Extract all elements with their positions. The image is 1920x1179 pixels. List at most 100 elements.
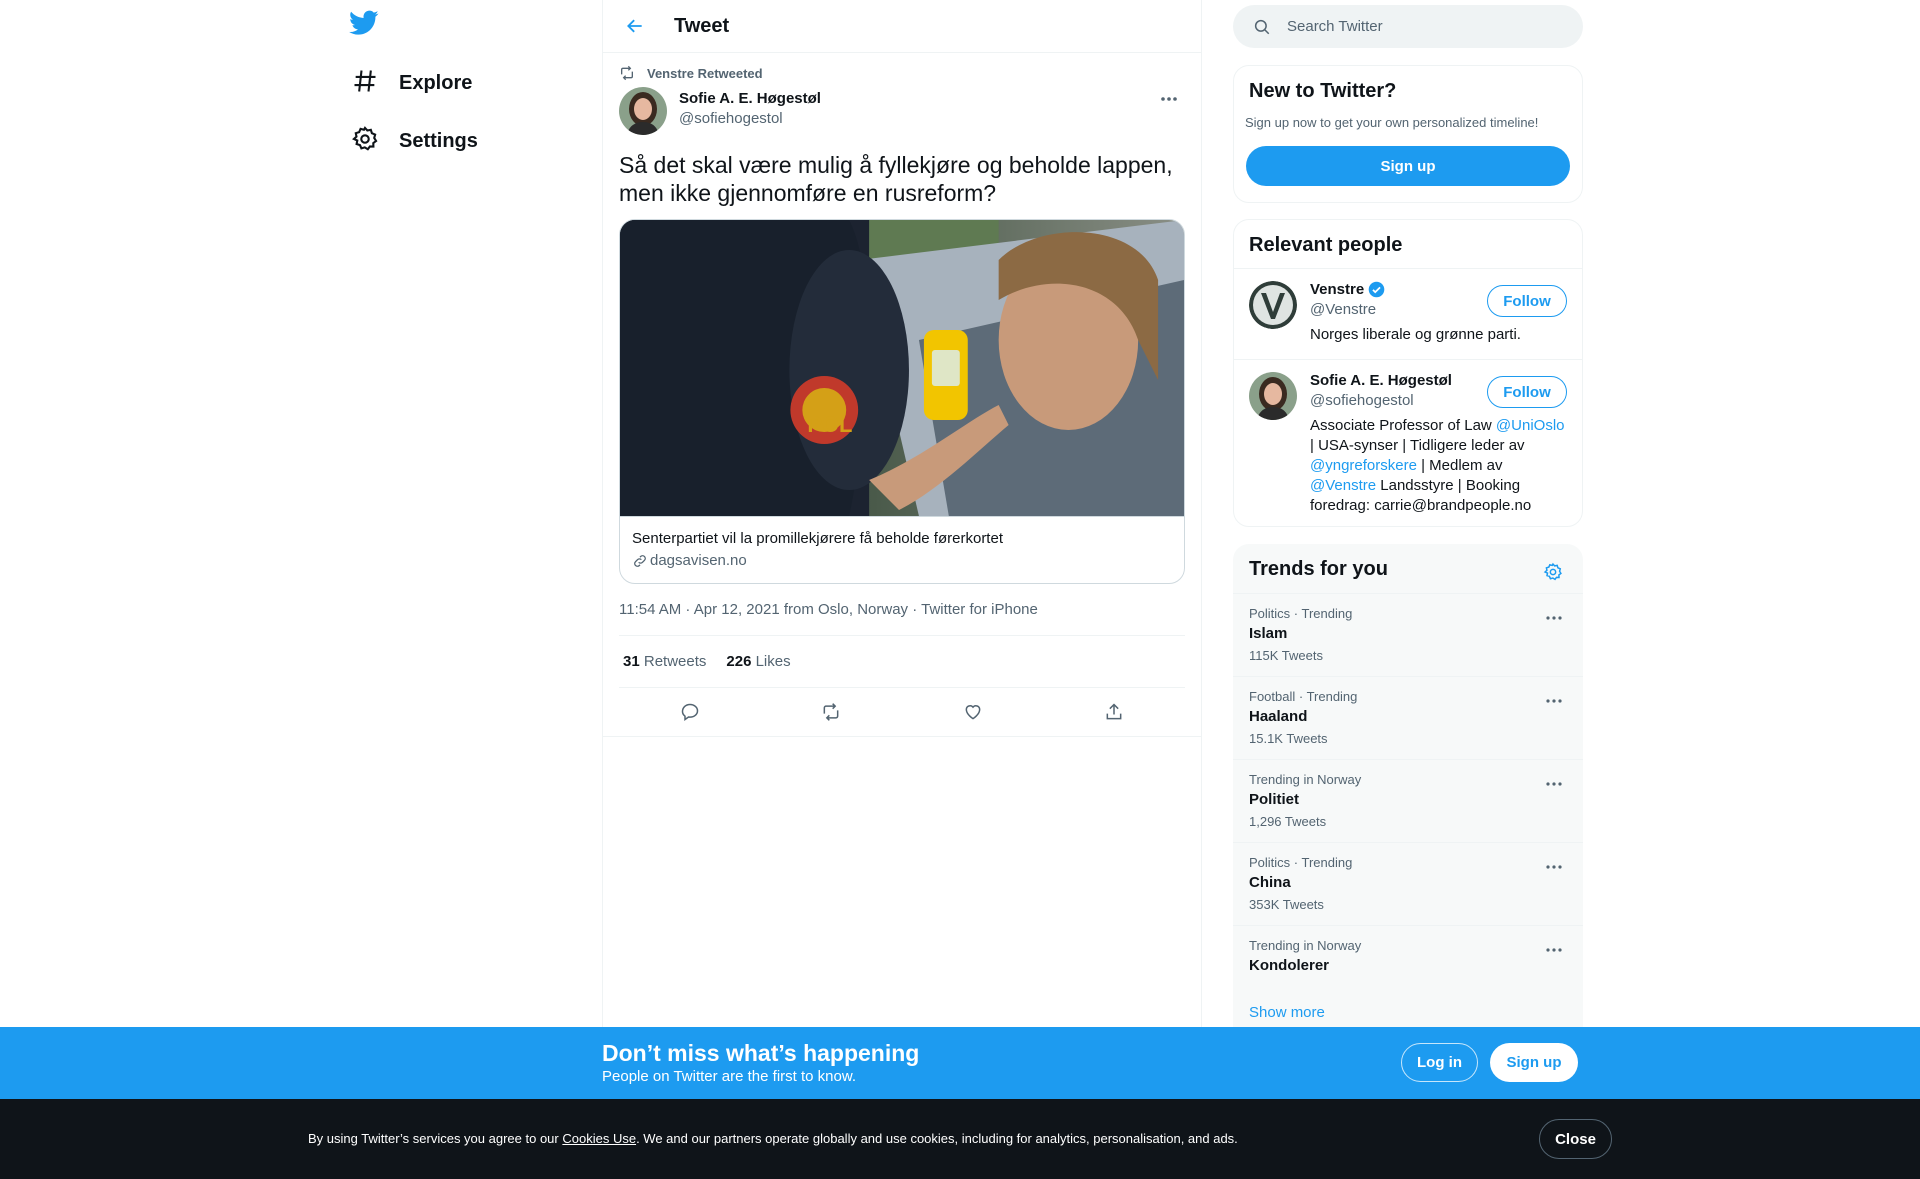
trend-context: Trending in Norway — [1249, 938, 1362, 953]
trend-name: China — [1249, 874, 1291, 891]
new-to-twitter-panel: New to Twitter? Sign up now to get your … — [1233, 65, 1583, 203]
cookie-text-before: By using Twitter’s services you agree to… — [308, 1131, 563, 1146]
tweet-more-button[interactable] — [1153, 87, 1185, 111]
show-more-link[interactable]: Show more — [1249, 1004, 1325, 1021]
retweets-stat[interactable]: 31 Retweets — [623, 653, 706, 670]
retweets-label: Retweets — [643, 653, 707, 670]
trends-settings-button[interactable] — [1539, 558, 1567, 586]
nav-settings[interactable]: Settings — [351, 116, 478, 166]
signup-banner: Don’t miss what’s happening People on Tw… — [0, 1027, 1920, 1099]
person-avatar[interactable] — [1249, 281, 1297, 329]
bio-mention-link[interactable]: @Venstre — [1310, 477, 1376, 494]
cookie-text: By using Twitter’s services you agree to… — [308, 1131, 1238, 1146]
likes-count: 226 — [726, 653, 752, 670]
relevant-people-panel: Relevant people Venstre @Venstre Norges … — [1233, 219, 1583, 527]
cookies-use-link[interactable]: Cookies Use — [562, 1131, 636, 1146]
bio-text: Associate Professor of Law — [1310, 417, 1496, 434]
trend-context: Politics · Trending — [1249, 855, 1353, 870]
person-name[interactable]: Sofie A. E. Høgestøl — [1310, 372, 1452, 389]
like-button[interactable] — [955, 694, 991, 730]
bio-mention-link[interactable]: @UniOslo — [1496, 417, 1565, 434]
cookie-banner: By using Twitter’s services you agree to… — [0, 1099, 1920, 1179]
tweet-source[interactable]: Twitter for iPhone — [921, 601, 1038, 618]
cookie-close-button[interactable]: Close — [1539, 1119, 1612, 1159]
trend-name: Kondolerer — [1249, 957, 1330, 974]
link-icon — [634, 555, 646, 567]
tweet-location[interactable]: Oslo, Norway — [818, 601, 908, 618]
trend-item[interactable]: Politics · Trending Islam 115K Tweets — [1233, 593, 1583, 676]
card-title: Senterpartiet vil la promillekjørere få … — [632, 530, 1003, 547]
trend-more-button[interactable] — [1539, 938, 1569, 962]
person-handle[interactable]: @Venstre — [1310, 301, 1376, 318]
signup-button[interactable]: Sign up — [1490, 1043, 1578, 1082]
trend-more-button[interactable] — [1539, 772, 1569, 796]
person-handle[interactable]: @sofiehogestol — [1310, 392, 1414, 409]
sidebar-signup-button[interactable]: Sign up — [1246, 146, 1570, 186]
trend-context: Football · Trending — [1249, 689, 1358, 704]
trend-count: 115K Tweets — [1249, 648, 1323, 663]
tweet-header: Tweet — [603, 0, 1201, 53]
author-name[interactable]: Sofie A. E. Høgestøl — [679, 89, 821, 109]
follow-button[interactable]: Follow — [1487, 376, 1567, 408]
nav-settings-label: Settings — [399, 129, 478, 152]
likes-stat[interactable]: 226 Likes — [726, 653, 790, 670]
search-box[interactable] — [1233, 5, 1583, 48]
author-handle[interactable]: @sofiehogestol — [679, 109, 821, 129]
person-card[interactable]: Sofie A. E. Høgestøl @sofiehogestol Asso… — [1234, 359, 1582, 526]
tweet: Venstre Retweeted Sofie A. E. Høgestøl @… — [603, 63, 1201, 737]
author-avatar[interactable] — [619, 87, 667, 135]
banner-title: Don’t miss what’s happening — [602, 1040, 920, 1066]
retweet-icon — [621, 65, 633, 81]
tweet-column: Tweet Venstre Retweeted Sofie A. E. Høge… — [602, 0, 1202, 1179]
more-dots-icon — [1161, 97, 1177, 101]
trend-item[interactable]: Football · Trending Haaland 15.1K Tweets — [1233, 676, 1583, 759]
trend-item[interactable]: Trending in Norway Politiet 1,296 Tweets — [1233, 759, 1583, 842]
verified-badge-icon — [1368, 281, 1385, 298]
page-title: Tweet — [674, 14, 730, 37]
heart-icon — [965, 705, 981, 720]
trend-item[interactable]: Politics · Trending China 353K Tweets — [1233, 842, 1583, 925]
trend-more-button[interactable] — [1539, 606, 1569, 630]
reply-icon — [681, 703, 699, 721]
tweet-text: Så det skal være mulig å fyllekjøre og b… — [619, 152, 1173, 206]
retweet-icon — [823, 703, 839, 721]
trend-item[interactable]: Trending in Norway Kondolerer — [1233, 925, 1583, 988]
nav-explore-label: Explore — [399, 71, 473, 94]
login-button[interactable]: Log in — [1401, 1043, 1478, 1082]
trends-title: Trends for you — [1249, 558, 1388, 580]
person-avatar[interactable] — [1249, 372, 1297, 420]
svg-text:POL: POL — [807, 412, 852, 437]
nav-explore[interactable]: Explore — [351, 58, 472, 108]
share-icon — [1106, 703, 1122, 720]
more-dots-icon — [1546, 782, 1562, 786]
link-card[interactable]: POL Senterpartiet vil la promillekjørere… — [619, 219, 1185, 584]
meta-separator: · — [912, 601, 918, 618]
person-card[interactable]: Venstre @Venstre Norges liberale og grøn… — [1234, 268, 1582, 359]
person-bio: Norges liberale og grønne parti. — [1310, 326, 1521, 343]
back-button[interactable] — [617, 8, 653, 44]
retweet-context-text: Venstre Retweeted — [647, 65, 763, 81]
trend-more-button[interactable] — [1539, 689, 1569, 713]
bio-mention-link[interactable]: @yngreforskere — [1310, 457, 1417, 474]
hashtag-icon — [351, 67, 379, 100]
share-button[interactable] — [1096, 694, 1132, 730]
banner-subtitle: People on Twitter are the first to know. — [602, 1068, 857, 1085]
relevant-people-title: Relevant people — [1249, 234, 1403, 256]
retweet-button[interactable] — [813, 694, 849, 730]
meta-from: from — [783, 601, 814, 618]
follow-button[interactable]: Follow — [1487, 285, 1567, 317]
trend-context: Politics · Trending — [1249, 606, 1353, 621]
person-bio: Associate Professor of Law @UniOslo | US… — [1310, 416, 1572, 516]
search-input[interactable] — [1287, 18, 1547, 35]
trend-name: Haaland — [1249, 708, 1308, 725]
retweet-context[interactable]: Venstre Retweeted — [619, 63, 1185, 83]
trend-context: Trending in Norway — [1249, 772, 1362, 787]
tweet-meta: 11:54 AM · Apr 12, 2021 from Oslo, Norwa… — [619, 601, 1185, 636]
person-name[interactable]: Venstre — [1310, 281, 1385, 298]
tweet-timestamp[interactable]: 11:54 AM · Apr 12, 2021 — [619, 601, 780, 618]
reply-button[interactable] — [672, 694, 708, 730]
twitter-bird-icon[interactable] — [349, 10, 385, 42]
trend-name: Politiet — [1249, 791, 1300, 808]
retweets-count: 31 — [623, 653, 640, 670]
trend-more-button[interactable] — [1539, 855, 1569, 879]
